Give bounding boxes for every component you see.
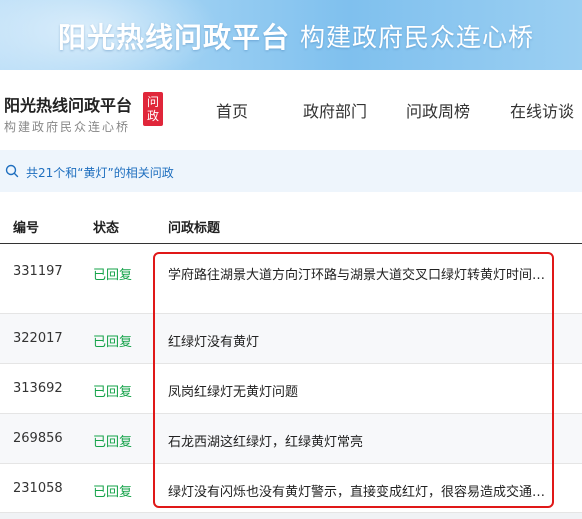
row-title-link[interactable]: 绿灯没有闪烁也没有黄灯警示，直接变成红灯，很容易造成交通事故: [168, 481, 548, 500]
nav-online-interview[interactable]: 在线访谈: [510, 98, 574, 122]
logo-subtitle: 构建政府民众连心桥: [4, 120, 131, 134]
row-id: 269856: [13, 431, 63, 446]
site-logo[interactable]: 阳光热线问政平台 构建政府民众连心桥 问政: [4, 92, 163, 135]
nav-home[interactable]: 首页: [216, 98, 248, 122]
column-header-title: 问政标题: [168, 221, 221, 236]
logo-badge: 问政: [143, 92, 163, 126]
row-title-link[interactable]: 石龙西湖这红绿灯，红绿黄灯常亮: [168, 431, 548, 450]
row-status: 已回复: [93, 385, 133, 400]
top-banner: 阳光热线问政平台 构建政府民众连心桥: [0, 0, 582, 70]
table-row[interactable]: 313692 已回复 凤岗红绿灯无黄灯问题: [0, 364, 582, 414]
footer-strip: [0, 513, 582, 519]
table-row[interactable]: 269856 已回复 石龙西湖这红绿灯，红绿黄灯常亮: [0, 414, 582, 464]
table-header: 编号 状态 问政标题: [0, 208, 582, 244]
banner-slogan: 构建政府民众连心桥: [300, 23, 535, 52]
row-id: 231058: [13, 481, 63, 496]
logo-name: 阳光热线问政平台: [4, 96, 133, 115]
row-title-link[interactable]: 学府路往湖景大道方向汀环路与湖景大道交叉口绿灯转黄灯时间太短: [168, 264, 548, 283]
row-title-link[interactable]: 红绿灯没有黄灯: [168, 331, 548, 350]
search-summary-text: 共21个和“黄灯”的相关问政: [26, 166, 174, 180]
nav-weekly-ranking[interactable]: 问政周榜: [406, 98, 470, 122]
table-row[interactable]: 322017 已回复 红绿灯没有黄灯: [0, 314, 582, 364]
column-header-status: 状态: [93, 221, 120, 236]
table-row[interactable]: 231058 已回复 绿灯没有闪烁也没有黄灯警示，直接变成红灯，很容易造成交通事…: [0, 464, 582, 513]
row-title-link[interactable]: 凤岗红绿灯无黄灯问题: [168, 381, 548, 400]
site-header: 阳光热线问政平台 构建政府民众连心桥 问政 首页 政府部门 问政周榜 在线访谈: [0, 70, 582, 150]
banner-title: 阳光热线问政平台: [58, 21, 291, 54]
nav-government-departments[interactable]: 政府部门: [303, 98, 367, 122]
row-id: 322017: [13, 331, 63, 346]
row-status: 已回复: [93, 268, 133, 283]
column-header-id: 编号: [13, 221, 40, 236]
row-status: 已回复: [93, 485, 133, 500]
row-id: 331197: [13, 264, 63, 279]
search-summary-bar: 共21个和“黄灯”的相关问政: [0, 150, 582, 192]
table-row[interactable]: 331197 已回复 学府路往湖景大道方向汀环路与湖景大道交叉口绿灯转黄灯时间太…: [0, 244, 582, 314]
search-icon: [5, 164, 19, 178]
row-status: 已回复: [93, 435, 133, 450]
row-id: 313692: [13, 381, 63, 396]
row-status: 已回复: [93, 335, 133, 350]
